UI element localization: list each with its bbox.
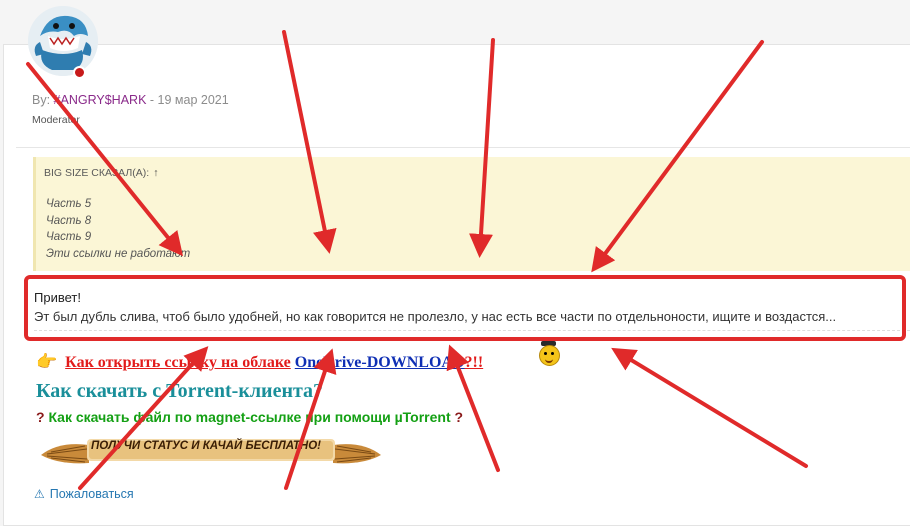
question-mark-icon: ?	[36, 409, 45, 425]
quote-line: Часть 8	[46, 214, 92, 227]
meta-separator: -	[149, 93, 155, 107]
question-mark-icon: ?	[454, 409, 464, 425]
divider	[16, 147, 910, 148]
magnet-help-link[interactable]: ? Как скачать файл по magnet-ссылке при …	[36, 409, 463, 425]
onedrive-link-suffix[interactable]: ?!!	[465, 354, 484, 371]
shark-avatar-image	[28, 6, 98, 76]
status-banner[interactable]: ПОЛУЧИ СТАТУС И КАЧАЙ БЕСПЛАТНО!	[39, 435, 383, 469]
banner-text: ПОЛУЧИ СТАТУС И КАЧАЙ БЕСПЛАТНО!	[91, 440, 321, 452]
highlight-box	[24, 275, 906, 341]
onedrive-help-link[interactable]: 👉 Как открыть ссылку на облаке OneDrive-…	[36, 352, 483, 372]
onedrive-link-prefix[interactable]: Как открыть ссылку на облаке	[65, 354, 291, 371]
torrent-help-link[interactable]: Как скачать с Torrent-клиента?	[36, 380, 323, 403]
author-role: Moderator	[32, 114, 80, 126]
post-date[interactable]: 19 мар 2021	[158, 93, 229, 107]
online-status-dot	[73, 66, 86, 79]
pointing-hand-icon: 👉	[36, 352, 58, 371]
report-label[interactable]: Пожаловаться	[50, 487, 134, 501]
arrow-up-icon[interactable]: ↑	[153, 167, 158, 179]
by-label: By:	[32, 93, 51, 107]
quote-block: BIG SIZE СКАЗАЛ(А): ↑ Часть 5 Часть 8 Час…	[33, 157, 910, 271]
onedrive-link-brand[interactable]: OneDrive-DOWNLOAD	[295, 354, 465, 371]
quote-line: Часть 5	[46, 198, 92, 210]
quote-line: Часть 9	[46, 231, 92, 243]
quote-line: Эти ссылки не работают	[46, 247, 191, 260]
post-meta: By: #ANGRY$HARK - 19 мар 2021	[32, 93, 229, 107]
magnet-link-text[interactable]: Как скачать файл по magnet-ссылке при по…	[48, 409, 450, 425]
report-link[interactable]: ⚠ Пожаловаться	[34, 487, 134, 501]
avatar[interactable]	[28, 6, 98, 76]
warning-triangle-icon: ⚠	[34, 487, 45, 501]
quote-header[interactable]: BIG SIZE СКАЗАЛ(А): ↑	[44, 167, 158, 179]
author-username[interactable]: #ANGRY$HARK	[54, 93, 147, 107]
quote-author[interactable]: BIG SIZE СКАЗАЛ(А):	[44, 167, 149, 179]
quote-content: Часть 5 Часть 8 Часть 9 Эти ссылки не ра…	[46, 196, 190, 262]
smiley-icon	[539, 345, 560, 366]
